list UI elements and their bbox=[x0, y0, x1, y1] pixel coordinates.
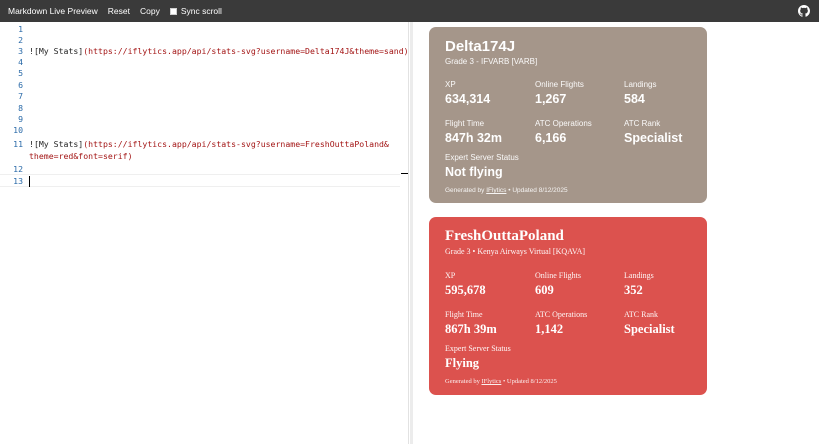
line-number: 6 bbox=[18, 80, 23, 90]
text-cursor bbox=[29, 176, 30, 187]
line-number: 12 bbox=[13, 164, 23, 174]
sync-scroll-label: Sync scroll bbox=[180, 6, 222, 16]
iflytics-link[interactable]: IFlytics bbox=[481, 378, 501, 385]
stat-flight-time: Flight Time 867h 39m bbox=[445, 310, 497, 337]
stat-value: 634,314 bbox=[445, 92, 491, 106]
line-code: ![My Stats](https://iflytics.app/api/sta… bbox=[29, 139, 389, 149]
image-alt: [My Stats] bbox=[33, 46, 84, 56]
stat-flight-time: Flight Time 847h 32m bbox=[445, 119, 502, 145]
editor-scroll-marker bbox=[401, 173, 408, 174]
stat-label: ATC Rank bbox=[624, 310, 658, 319]
line-number: 10 bbox=[13, 125, 23, 135]
stat-label: ATC Rank bbox=[624, 119, 661, 128]
stat-xp: XP 634,314 bbox=[445, 80, 490, 106]
stat-label: Flight Time bbox=[445, 310, 483, 319]
stat-value: Not flying bbox=[445, 165, 503, 179]
stat-label: Flight Time bbox=[445, 119, 485, 128]
stat-atc-operations: ATC Operations 1,142 bbox=[535, 310, 587, 337]
stat-value: 6,166 bbox=[535, 131, 567, 145]
footer-updated: • Updated 8/12/2025 bbox=[506, 187, 568, 194]
stat-value: 595,678 bbox=[445, 283, 486, 297]
stat-online-flights: Online Flights 1,267 bbox=[535, 80, 584, 106]
stat-label: Expert Server Status bbox=[445, 153, 519, 162]
stat-expert-server-status: Expert Server Status Not flying bbox=[445, 153, 519, 179]
stat-label: Landings bbox=[624, 271, 654, 280]
card-username: FreshOuttaPoland bbox=[445, 228, 564, 244]
stat-label: XP bbox=[445, 271, 456, 280]
editor-line-wrap[interactable]: theme=red&font=serif) bbox=[0, 150, 400, 162]
card-subtitle: Grade 3 - IFVARB [VARB] bbox=[445, 57, 538, 66]
sync-scroll-checkbox[interactable] bbox=[169, 7, 177, 15]
stat-atc-operations: ATC Operations 6,166 bbox=[535, 119, 592, 145]
stat-label: Expert Server Status bbox=[445, 344, 511, 353]
editor-line-active[interactable]: 13 bbox=[0, 174, 400, 187]
stat-label: ATC Operations bbox=[535, 119, 592, 128]
stat-atc-rank: ATC Rank Specialist bbox=[624, 119, 682, 145]
sync-scroll-toggle[interactable]: Sync scroll bbox=[169, 6, 222, 16]
line-number: 13 bbox=[13, 175, 23, 186]
stat-value: 1,267 bbox=[535, 92, 567, 106]
stat-value: 584 bbox=[624, 92, 645, 106]
stat-value: 352 bbox=[624, 283, 643, 297]
stat-value: 609 bbox=[535, 283, 554, 297]
line-number: 9 bbox=[18, 114, 23, 124]
image-alt: [My Stats] bbox=[33, 139, 84, 149]
reset-button[interactable]: Reset bbox=[108, 6, 130, 16]
toolbar: Markdown Live Preview Reset Copy Sync sc… bbox=[0, 0, 819, 22]
line-number: 1 bbox=[18, 24, 23, 34]
line-number: 8 bbox=[18, 103, 23, 113]
stat-landings: Landings 584 bbox=[624, 80, 656, 106]
editor-line[interactable]: 11 ![My Stats](https://iflytics.app/api/… bbox=[0, 138, 400, 150]
app-title[interactable]: Markdown Live Preview bbox=[8, 6, 98, 16]
image-url: (https://iflytics.app/api/stats-svg?user… bbox=[83, 139, 389, 149]
stat-value: Flying bbox=[445, 356, 480, 370]
line-number: 5 bbox=[18, 68, 23, 78]
stat-label: Landings bbox=[624, 80, 657, 89]
stat-online-flights: Online Flights 609 bbox=[535, 271, 581, 298]
card-footer: Generated by IFlytics • Updated 8/12/202… bbox=[445, 187, 568, 194]
stat-label: ATC Operations bbox=[535, 310, 588, 319]
card-subtitle: Grade 3 • Kenya Airways Virtual [KQAVA] bbox=[445, 247, 586, 256]
stat-value: 1,142 bbox=[535, 322, 564, 336]
stat-label: Online Flights bbox=[535, 271, 582, 280]
line-number: 3 bbox=[18, 46, 23, 56]
stat-atc-rank: ATC Rank Specialist bbox=[624, 310, 675, 337]
markdown-preview: Delta174J Grade 3 - IFVARB [VARB] XP 634… bbox=[413, 22, 819, 444]
line-number: 11 bbox=[13, 139, 23, 149]
markdown-editor[interactable]: 1 2 3 ![My Stats](https://iflytics.app/a… bbox=[0, 22, 409, 444]
editor-line[interactable]: 5 bbox=[0, 67, 400, 79]
copy-button[interactable]: Copy bbox=[140, 6, 160, 16]
iflytics-link[interactable]: IFlytics bbox=[486, 187, 506, 194]
line-number: 2 bbox=[18, 35, 23, 45]
line-number: 4 bbox=[18, 57, 23, 67]
stat-xp: XP 595,678 bbox=[445, 271, 486, 298]
stat-label: Online Flights bbox=[535, 80, 584, 89]
footer-prefix: Generated by bbox=[445, 378, 482, 385]
editor-line[interactable]: 10 bbox=[0, 124, 400, 136]
stat-expert-server-status: Expert Server Status Flying bbox=[445, 344, 511, 371]
card-username: Delta174J bbox=[445, 38, 516, 55]
footer-updated: • Updated 8/12/2025 bbox=[501, 378, 557, 385]
line-number: 7 bbox=[18, 91, 23, 101]
stat-value: Specialist bbox=[624, 322, 675, 336]
editor-line[interactable]: 7 bbox=[0, 90, 400, 102]
image-url: theme=red&font=serif) bbox=[29, 151, 133, 161]
stat-value: 847h 32m bbox=[445, 131, 502, 145]
footer-prefix: Generated by bbox=[445, 187, 487, 194]
image-url: (https://iflytics.app/api/stats-svg?user… bbox=[83, 46, 409, 56]
stat-landings: Landings 352 bbox=[624, 271, 654, 298]
stat-label: XP bbox=[445, 80, 456, 89]
line-code: ![My Stats](https://iflytics.app/api/sta… bbox=[29, 46, 409, 56]
card-footer: Generated by IFlytics • Updated 8/12/202… bbox=[445, 378, 557, 385]
line-code: theme=red&font=serif) bbox=[29, 151, 133, 161]
stat-value: Specialist bbox=[624, 131, 683, 145]
stats-card-red: FreshOuttaPoland Grade 3 • Kenya Airways… bbox=[429, 217, 707, 395]
github-icon[interactable] bbox=[798, 5, 810, 17]
stat-value: 867h 39m bbox=[445, 322, 497, 336]
stats-card-sand: Delta174J Grade 3 - IFVARB [VARB] XP 634… bbox=[429, 27, 707, 203]
